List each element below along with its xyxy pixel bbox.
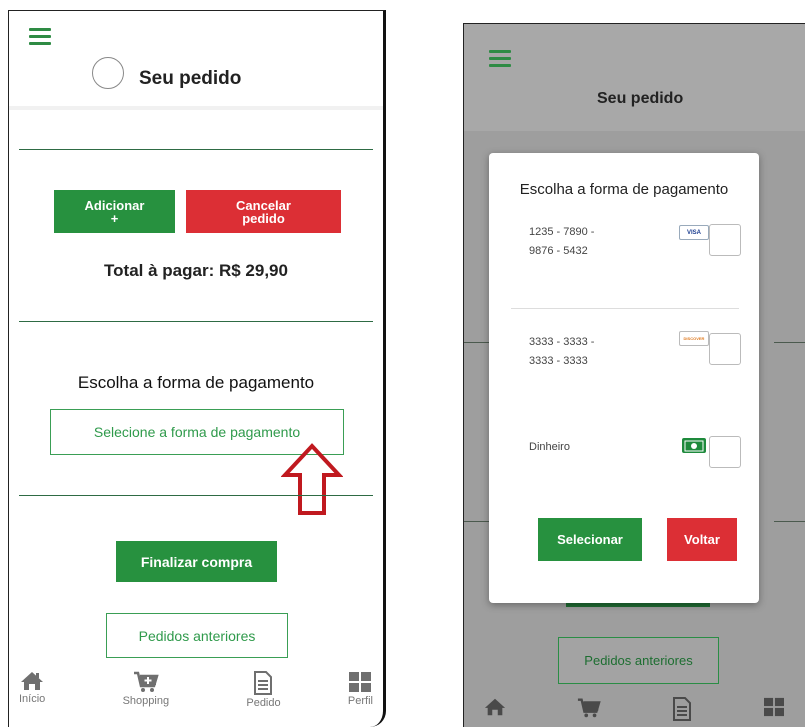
header-divider — [9, 106, 383, 110]
visa-card-icon: VISA — [679, 225, 709, 240]
back-button[interactable]: Voltar — [667, 518, 737, 561]
previous-orders-button[interactable]: Pedidos anteriores — [558, 637, 719, 684]
cancel-order-button[interactable]: Cancelar pedido — [186, 190, 341, 233]
order-total: Total à pagar: R$ 29,90 — [104, 261, 288, 280]
phone-screen-order: Seu pedido Adicionar + Cancelar pedido Tot… — [8, 10, 386, 727]
payment-method-modal: Escolha a forma de pagamento 1235 - 7890… — [489, 153, 759, 603]
nav-item-shopping[interactable]: Shopping — [123, 671, 169, 709]
section-divider — [19, 149, 373, 150]
grid-icon[interactable] — [763, 697, 785, 717]
section-divider — [774, 521, 805, 522]
cash-icon — [682, 438, 706, 453]
discover-card-icon: DISCOVER — [679, 331, 709, 346]
nav-item-pedido[interactable]: Pedido — [246, 671, 281, 709]
cart-icon — [133, 671, 159, 692]
phone-screen-payment-modal: Seu pedido Pedidos anteriores Escolha a … — [463, 23, 805, 727]
previous-orders-button[interactable]: Pedidos anteriores — [106, 613, 288, 658]
cart-icon[interactable] — [577, 697, 601, 719]
section-divider — [19, 321, 373, 322]
grid-icon — [349, 672, 372, 692]
modal-title: Escolha a forma de pagamento — [519, 181, 729, 198]
nav-item-inicio[interactable]: Início — [19, 671, 45, 709]
finalize-purchase-button[interactable]: Finalizar compra — [116, 541, 277, 582]
bottom-nav — [464, 697, 805, 721]
card-number: 3333 - 3333 - — [529, 336, 595, 348]
document-icon[interactable] — [672, 697, 692, 721]
home-icon — [21, 672, 44, 690]
menu-icon[interactable] — [489, 50, 511, 71]
page-title: Seu pedido — [139, 68, 242, 89]
card-number: 9876 - 5432 — [529, 245, 588, 257]
page-title: Seu pedido — [597, 90, 684, 107]
section-divider — [19, 495, 373, 496]
modal-divider — [511, 308, 739, 309]
loading-circle-icon — [92, 57, 124, 89]
payment-label: Dinheiro — [529, 441, 570, 453]
card-number: 3333 - 3333 — [529, 355, 588, 367]
card-number: 1235 - 7890 - — [529, 226, 595, 238]
nav-item-perfil[interactable]: Perfil — [348, 671, 373, 709]
document-icon — [254, 671, 273, 695]
payment-section-title: Escolha a forma de pagamento — [77, 373, 315, 392]
header-bar — [464, 24, 805, 131]
add-item-button[interactable]: Adicionar + — [54, 190, 175, 233]
annotation-arrow-icon — [281, 443, 343, 515]
payment-checkbox-visa[interactable] — [709, 224, 741, 256]
payment-checkbox-discover[interactable] — [709, 333, 741, 365]
payment-checkbox-cash[interactable] — [709, 436, 741, 468]
select-payment-confirm-button[interactable]: Selecionar — [538, 518, 642, 561]
menu-icon[interactable] — [29, 28, 51, 49]
home-icon[interactable] — [484, 697, 506, 717]
bottom-nav: Início Shopping Pedido Perfil — [9, 671, 383, 709]
section-divider — [774, 342, 805, 343]
